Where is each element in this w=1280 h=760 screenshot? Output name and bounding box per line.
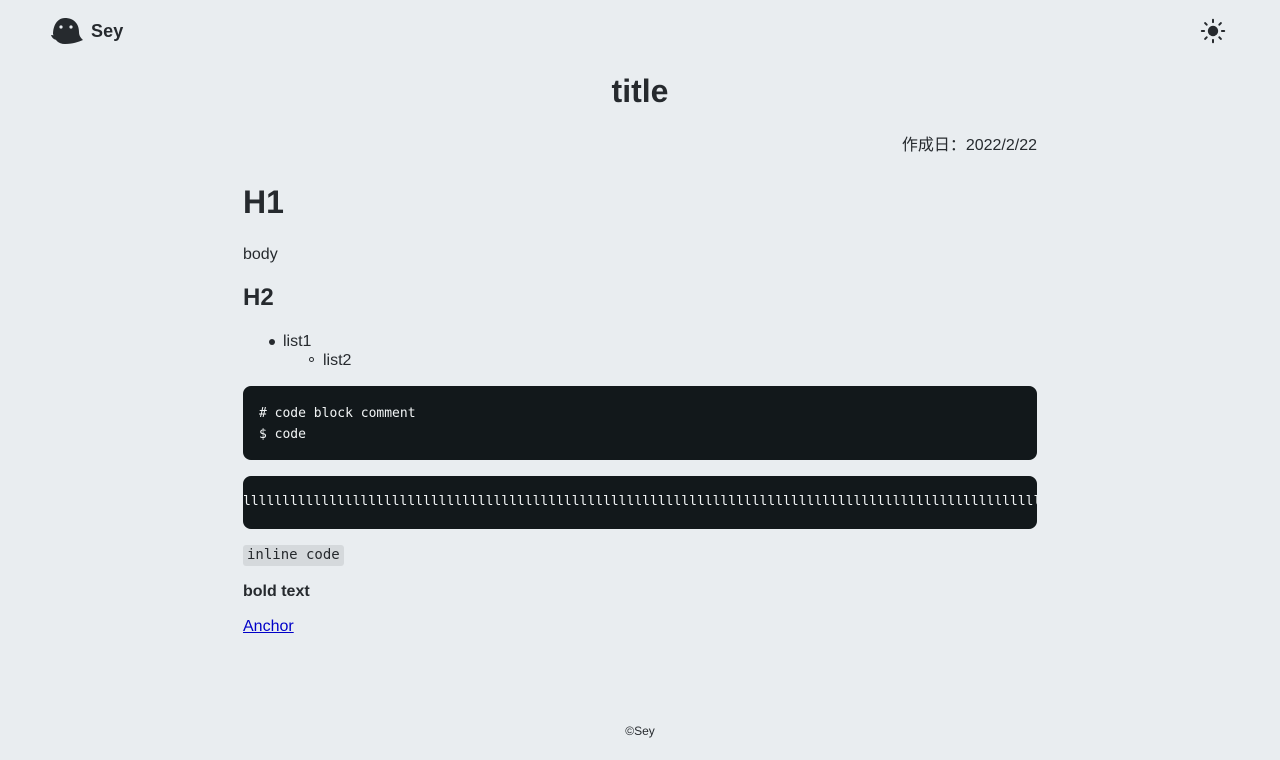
code-line: $ code (259, 427, 306, 442)
sun-icon (1200, 18, 1226, 44)
created-date: 作成日：2022/2/22 (901, 137, 1037, 154)
ghost-icon (51, 18, 83, 44)
filled-bullet-icon (269, 339, 275, 345)
heading-h2: H2 (243, 284, 274, 311)
bold-text: bold text (243, 583, 310, 600)
nested-list: list2 (283, 351, 351, 370)
code-line: # code block comment (259, 406, 416, 421)
page-title: title (611, 73, 669, 109)
nested-list-item-label: list2 (323, 352, 352, 369)
theme-toggle-button[interactable] (1200, 18, 1226, 44)
long-code-block[interactable]: llllllllllllllllllllllllllllllllllllllll… (243, 476, 1037, 529)
code-block: # code block comment $ code (243, 386, 1037, 460)
hollow-bullet-icon (309, 357, 314, 362)
inline-code: inline code (243, 545, 344, 566)
body-paragraph: body (243, 246, 278, 263)
nested-list-item: list2 (283, 351, 351, 370)
site-header: Sey (0, 0, 1280, 62)
site-name: Sey (91, 21, 124, 41)
footer-copyright: ©Sey (625, 724, 655, 738)
bulleted-list: list1 list2 (243, 332, 351, 370)
list-item-label: list1 (283, 333, 312, 350)
home-link[interactable]: Sey (51, 17, 123, 45)
heading-h1: H1 (243, 184, 284, 220)
anchor-link[interactable]: Anchor (243, 617, 294, 637)
long-code-line: llllllllllllllllllllllllllllllllllllllll… (243, 494, 1037, 509)
list-item: list1 list2 (243, 332, 351, 370)
